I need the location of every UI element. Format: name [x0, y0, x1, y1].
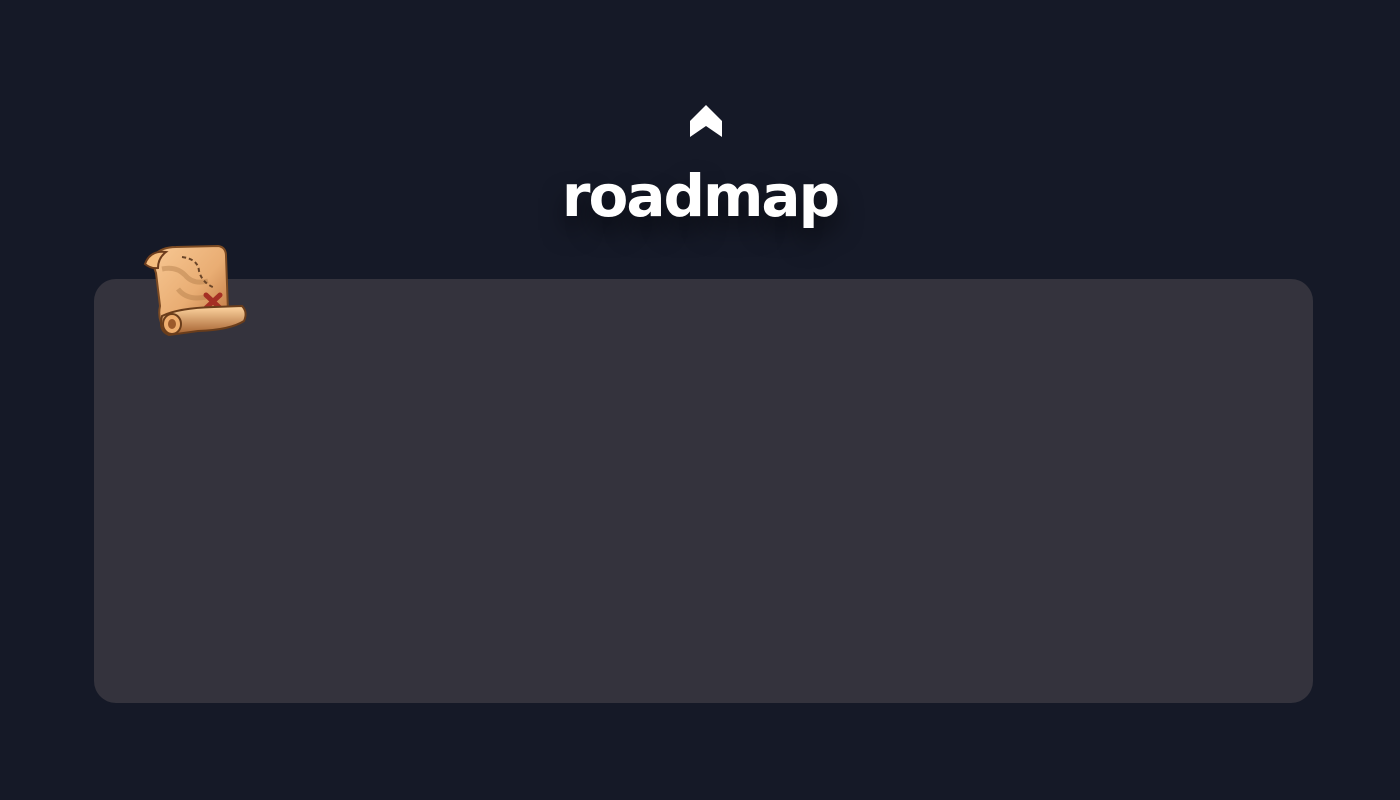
- treasure-map-scroll-icon: [143, 244, 247, 337]
- page-title: roadmap: [561, 162, 840, 230]
- up-chevron-icon: [690, 105, 722, 137]
- page: roadmap: [0, 0, 1400, 800]
- roadmap-panel: [94, 279, 1313, 703]
